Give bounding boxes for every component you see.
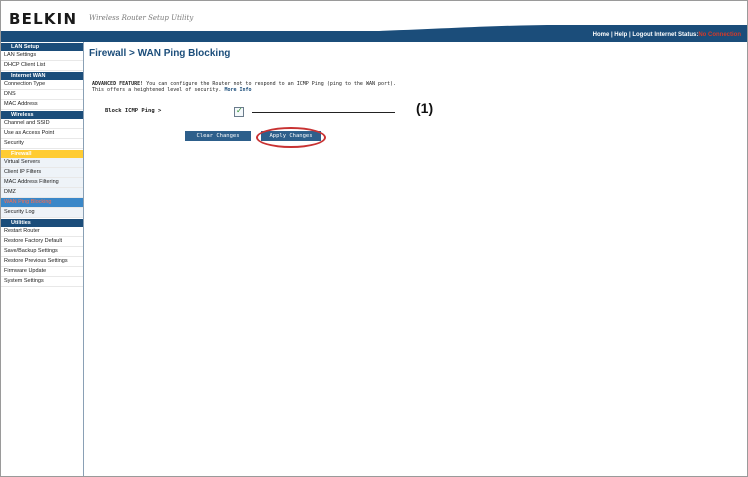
more-info-link[interactable]: More Info xyxy=(224,87,251,93)
checkmark-icon: ✓ xyxy=(236,106,243,115)
sidebar-section-firewall: Firewall xyxy=(1,150,83,158)
sidebar-item-system-settings[interactable]: System Settings xyxy=(1,277,83,287)
block-icmp-ping-label: Block ICMP Ping > xyxy=(105,108,162,114)
page-title: Firewall > WAN Ping Blocking xyxy=(89,48,231,59)
sidebar-item-channel-and-ssid[interactable]: Channel and SSID xyxy=(1,119,83,129)
sidebar: LAN Setup LAN Settings DHCP Client List … xyxy=(1,42,84,476)
home-link[interactable]: Home xyxy=(593,32,610,38)
callout-line xyxy=(252,112,395,113)
sidebar-item-client-ip-filters[interactable]: Client IP Filters xyxy=(1,168,83,178)
top-links: Home | Help | Logout Internet Status:No … xyxy=(593,32,741,38)
sidebar-item-firmware-update[interactable]: Firmware Update xyxy=(1,267,83,277)
sidebar-item-wan-ping-blocking[interactable]: WAN Ping Blocking xyxy=(1,198,83,208)
main-content: Firewall > WAN Ping Blocking ADVANCED FE… xyxy=(89,45,739,148)
block-icmp-ping-checkbox[interactable]: ✓ xyxy=(234,106,244,117)
sidebar-item-security[interactable]: Security xyxy=(1,139,83,149)
internet-status-label: Internet Status: xyxy=(652,32,699,38)
description-line-2: This offers a heightened level of securi… xyxy=(92,87,225,93)
sidebar-item-mac-address[interactable]: MAC Address xyxy=(1,100,83,110)
apply-highlight-ellipse xyxy=(256,127,326,148)
sidebar-item-save-backup-settings[interactable]: Save/Backup Settings xyxy=(1,247,83,257)
logout-link[interactable]: Logout xyxy=(632,32,652,38)
sidebar-item-dns[interactable]: DNS xyxy=(1,90,83,100)
sidebar-item-dhcp-client-list[interactable]: DHCP Client List xyxy=(1,61,83,71)
help-link[interactable]: Help xyxy=(614,32,627,38)
callout-number: (1) xyxy=(416,100,434,116)
sidebar-section-internet-wan: Internet WAN xyxy=(1,72,83,80)
sidebar-item-restore-previous-settings[interactable]: Restore Previous Settings xyxy=(1,257,83,267)
internet-status-value: No Connection xyxy=(698,32,741,38)
sidebar-item-connection-type[interactable]: Connection Type xyxy=(1,80,83,90)
sidebar-item-dmz[interactable]: DMZ xyxy=(1,188,83,198)
router-setup-window: BELKIN Wireless Router Setup Utility Hom… xyxy=(0,0,748,477)
sidebar-section-utilities: Utilities xyxy=(1,219,83,227)
sidebar-item-restart-router[interactable]: Restart Router xyxy=(1,227,83,237)
sidebar-item-virtual-servers[interactable]: Virtual Servers xyxy=(1,158,83,168)
sidebar-section-wireless: Wireless xyxy=(1,111,83,119)
tagline: Wireless Router Setup Utility xyxy=(89,14,194,22)
feature-description: ADVANCED FEATURE! You can configure the … xyxy=(92,81,492,93)
sidebar-item-lan-settings[interactable]: LAN Settings xyxy=(1,51,83,61)
clear-changes-button[interactable]: Clear Changes xyxy=(185,131,251,141)
sidebar-item-restore-factory-default[interactable]: Restore Factory Default xyxy=(1,237,83,247)
sidebar-section-lan-setup: LAN Setup xyxy=(1,43,83,51)
sidebar-item-mac-address-filtering[interactable]: MAC Address Filtering xyxy=(1,178,83,188)
sidebar-item-use-as-access-point[interactable]: Use as Access Point xyxy=(1,129,83,139)
sidebar-item-security-log[interactable]: Security Log xyxy=(1,208,83,218)
